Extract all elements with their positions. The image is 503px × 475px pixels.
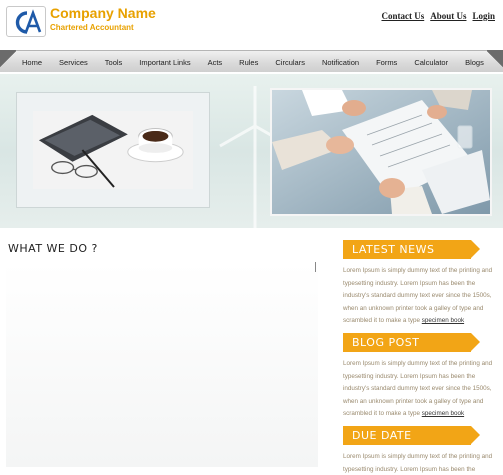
nav-item-important-links[interactable]: Important Links: [139, 58, 190, 67]
due-date-body: Lorem Ipsum is simply dummy text of the …: [343, 452, 493, 473]
meeting-photo-frame: [270, 88, 492, 216]
nav-item-circulars[interactable]: Circulars: [275, 58, 305, 67]
content-divider-mark: [315, 262, 316, 272]
nav-item-acts[interactable]: Acts: [208, 58, 223, 67]
nav-right-cap: [487, 50, 503, 72]
contact-us-link[interactable]: Contact Us: [381, 11, 424, 21]
latest-news-text: Lorem Ipsum is simply dummy text of the …: [343, 265, 495, 328]
what-we-do-heading: WHAT WE DO ?: [8, 242, 98, 255]
due-date-text: Lorem Ipsum is simply dummy text of the …: [343, 451, 495, 475]
blog-post-text: Lorem Ipsum is simply dummy text of the …: [343, 358, 495, 421]
nav-item-forms[interactable]: Forms: [376, 58, 397, 67]
top-links: Contact Us About Us Login: [381, 11, 495, 21]
ca-logo-icon: [15, 9, 42, 34]
hero-banner: [0, 74, 503, 228]
business-meeting-image: [272, 90, 490, 214]
blog-post-link[interactable]: specimen book: [422, 410, 464, 417]
about-us-link[interactable]: About Us: [430, 11, 466, 21]
ca-logo[interactable]: [6, 6, 46, 37]
due-date-ribbon: DUE DATE: [343, 425, 480, 445]
company-tagline: Chartered Accountant: [50, 23, 134, 32]
laptop-coffee-image: [33, 111, 193, 189]
company-name: Company Name: [50, 5, 156, 21]
blog-post-ribbon: BLOG POST: [343, 332, 480, 352]
blog-post-body: Lorem Ipsum is simply dummy text of the …: [343, 359, 493, 418]
nav-item-blogs[interactable]: Blogs: [465, 58, 484, 67]
nav-item-rules[interactable]: Rules: [239, 58, 258, 67]
sidebar: LATEST NEWS Lorem Ipsum is simply dummy …: [343, 240, 495, 475]
latest-news-link[interactable]: specimen book: [422, 317, 464, 324]
nav-item-home[interactable]: Home: [22, 58, 42, 67]
login-link[interactable]: Login: [472, 11, 495, 21]
nav-item-calculator[interactable]: Calculator: [414, 58, 448, 67]
nav-item-services[interactable]: Services: [59, 58, 88, 67]
latest-news-ribbon: LATEST NEWS: [343, 240, 480, 259]
site-header: Company Name Chartered Accountant Contac…: [0, 0, 503, 42]
nav-item-notification[interactable]: Notification: [322, 58, 359, 67]
main-nav: Home Services Tools Important Links Acts…: [0, 50, 503, 72]
nav-left-cap: [0, 50, 16, 72]
nav-item-tools[interactable]: Tools: [105, 58, 123, 67]
latest-news-body: Lorem Ipsum is simply dummy text of the …: [343, 267, 493, 325]
what-we-do-content: [6, 262, 318, 467]
desk-photo-frame: [16, 92, 210, 208]
